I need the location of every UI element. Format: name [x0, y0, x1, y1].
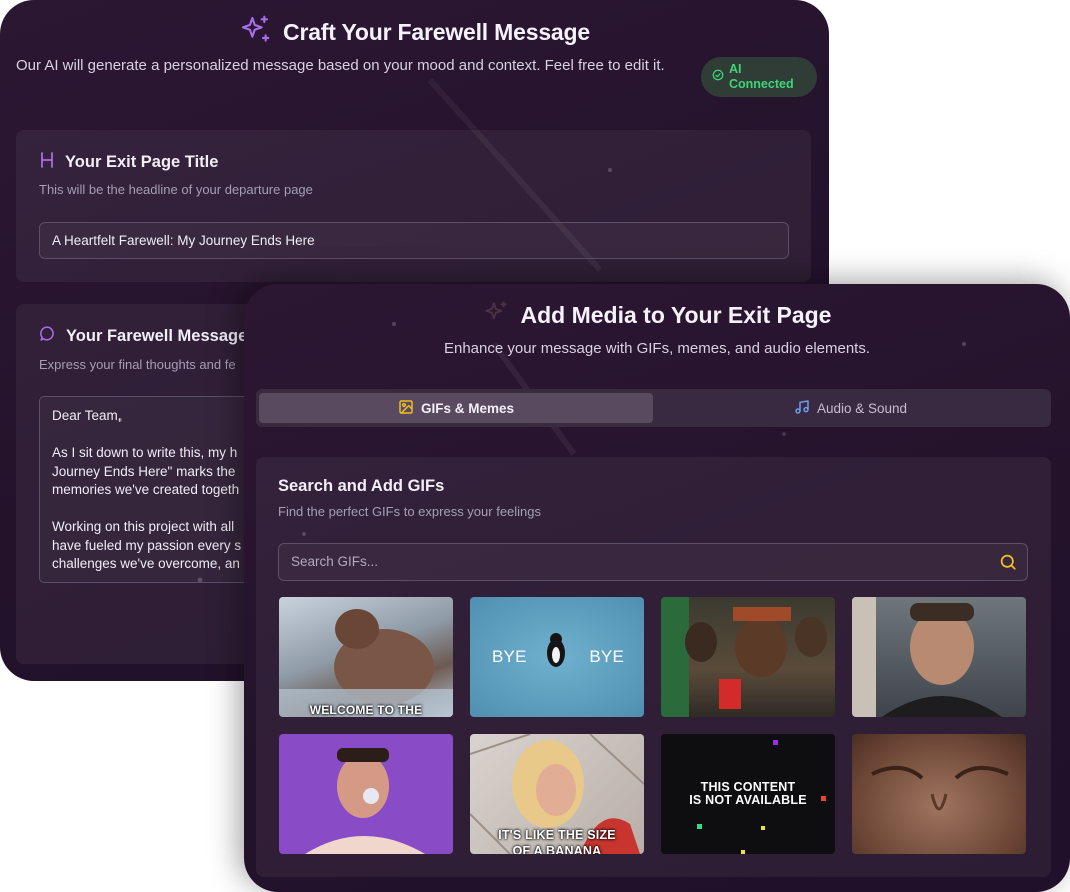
- ai-status-badge: AI Connected: [701, 57, 817, 97]
- media-description: Enhance your message with GIFs, memes, a…: [443, 340, 871, 357]
- tab-audio-sound-label: Audio & Sound: [816, 400, 908, 416]
- exit-title-heading: Your Exit Page Title: [65, 153, 219, 171]
- gif-caption-line2: OF A BANANA: [512, 844, 602, 854]
- gif-thumbnail[interactable]: [279, 734, 453, 854]
- exit-title-input[interactable]: A Heartfelt Farewell: My Journey Ends He…: [39, 222, 789, 259]
- music-icon: [794, 399, 810, 418]
- gif-thumbnail[interactable]: THIS CONTENT IS NOT AVAILABLE: [661, 734, 835, 854]
- page-description: Our AI will generate a personalized mess…: [16, 57, 665, 74]
- farewell-message-subtitle: Express your final thoughts and fe: [39, 357, 236, 372]
- exit-title-subtitle: This will be the headline of your depart…: [39, 182, 313, 197]
- gif-section-heading: Search and Add GIFs: [278, 477, 445, 495]
- gif-section-subtitle: Find the perfect GIFs to express your fe…: [278, 504, 542, 519]
- check-circle-icon: [712, 68, 724, 86]
- gif-search-input[interactable]: Search GIFs...: [278, 543, 1028, 581]
- page-title: Craft Your Farewell Message: [283, 18, 590, 45]
- sparkles-icon: [239, 14, 271, 51]
- image-icon: [398, 399, 414, 418]
- farewell-message-heading: Your Farewell Message: [66, 326, 248, 345]
- sparkles-icon: [483, 300, 509, 331]
- media-header: Add Media to Your Exit Page: [244, 299, 1070, 331]
- gif-thumbnail[interactable]: [661, 597, 835, 717]
- farewell-header: Craft Your Farewell Message: [0, 14, 829, 50]
- gif-search-placeholder: Search GIFs...: [291, 554, 379, 569]
- gif-caption-line2: IS NOT AVAILABLE: [689, 793, 807, 807]
- gif-thumbnail[interactable]: BYE BYE: [470, 597, 644, 717]
- gif-thumbnail[interactable]: [852, 734, 1026, 854]
- gif-thumbnail[interactable]: [852, 597, 1026, 717]
- search-icon[interactable]: [999, 553, 1017, 576]
- gif-thumbnail[interactable]: IT'S LIKE THE SIZE OF A BANANA: [470, 734, 644, 854]
- gif-caption: WELCOME TO THE: [309, 703, 423, 717]
- gif-search-card: Search and Add GIFs Find the perfect GIF…: [256, 457, 1051, 877]
- gif-caption: IT'S LIKE THE SIZE: [498, 828, 616, 842]
- heading-icon: [39, 151, 55, 174]
- ai-status-text: AI Connected: [729, 62, 794, 91]
- media-tabs: GIFs & Memes Audio & Sound: [256, 389, 1051, 427]
- tab-gifs-memes-label: GIFs & Memes: [420, 400, 515, 416]
- gif-thumbnail[interactable]: WELCOME TO THE: [279, 597, 453, 717]
- tab-audio-sound[interactable]: Audio & Sound: [653, 393, 1048, 423]
- gif-caption: THIS CONTENT: [700, 780, 796, 794]
- add-media-panel: Add Media to Your Exit Page Enhance your…: [244, 284, 1070, 892]
- message-circle-icon: [39, 325, 56, 347]
- exit-title-card: Your Exit Page Title This will be the he…: [16, 130, 811, 282]
- tab-gifs-memes[interactable]: GIFs & Memes: [259, 393, 653, 423]
- media-title: Add Media to Your Exit Page: [520, 301, 832, 328]
